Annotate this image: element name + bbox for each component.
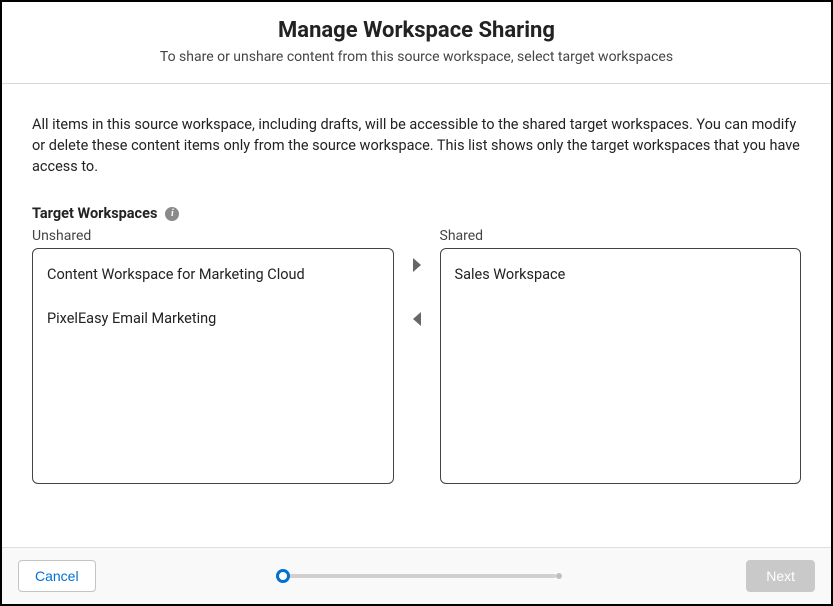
shared-header: Shared: [440, 228, 802, 244]
target-workspaces-label: Target Workspaces: [32, 205, 157, 222]
info-icon[interactable]: i: [165, 207, 179, 221]
move-left-button[interactable]: [411, 312, 423, 326]
section-label-row: Target Workspaces i: [32, 205, 801, 222]
shared-column: Shared Sales Workspace: [440, 228, 802, 484]
cancel-button[interactable]: Cancel: [18, 560, 96, 592]
chevron-right-icon: [411, 258, 423, 272]
dialog-content: All items in this source workspace, incl…: [2, 84, 831, 547]
dialog-title: Manage Workspace Sharing: [22, 18, 811, 43]
next-button[interactable]: Next: [746, 560, 815, 592]
progress-step-next: [556, 573, 562, 579]
description-text: All items in this source workspace, incl…: [32, 114, 801, 177]
list-item[interactable]: Sales Workspace: [455, 261, 787, 305]
move-right-button[interactable]: [411, 258, 423, 272]
unshared-listbox[interactable]: Content Workspace for Marketing Cloud Pi…: [32, 248, 394, 484]
unshared-header: Unshared: [32, 228, 394, 244]
shared-listbox[interactable]: Sales Workspace: [440, 248, 802, 484]
dual-list-container: Unshared Content Workspace for Marketing…: [32, 228, 801, 484]
dialog-header: Manage Workspace Sharing To share or uns…: [2, 2, 831, 84]
progress-indicator: [96, 574, 747, 578]
progress-step-current: [276, 569, 290, 583]
list-item[interactable]: Content Workspace for Marketing Cloud: [47, 261, 379, 305]
dialog-footer: Cancel Next: [2, 547, 831, 604]
dialog-subtitle: To share or unshare content from this so…: [22, 49, 811, 65]
chevron-left-icon: [411, 312, 423, 326]
unshared-column: Unshared Content Workspace for Marketing…: [32, 228, 394, 484]
list-item[interactable]: PixelEasy Email Marketing: [47, 305, 379, 349]
progress-track: [286, 574, 556, 578]
transfer-buttons: [406, 228, 428, 484]
